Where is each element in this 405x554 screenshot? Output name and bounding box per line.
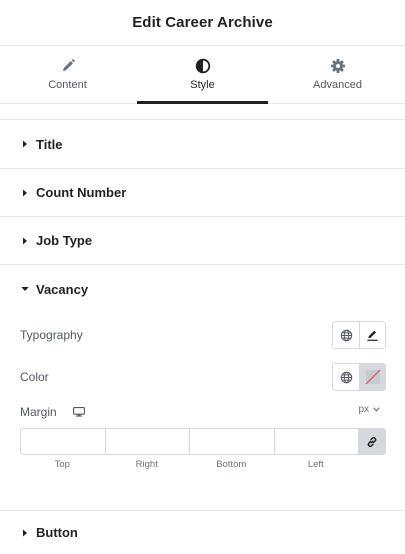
globe-icon xyxy=(340,329,352,341)
color-button-group xyxy=(332,363,386,391)
color-label: Color xyxy=(20,370,49,384)
tab-bar: Content Style Advanced xyxy=(0,46,405,104)
margin-bottom-label: Bottom xyxy=(216,459,247,470)
tab-label: Content xyxy=(48,79,87,91)
margin-bottom-input[interactable] xyxy=(190,429,275,454)
global-typography-button[interactable] xyxy=(333,322,359,348)
panel-title: Edit Career Archive xyxy=(132,14,273,31)
link-values-button[interactable] xyxy=(359,429,385,454)
caret-right-icon xyxy=(23,140,27,148)
margin-input-labels: Top Right Bottom Left xyxy=(20,459,358,470)
tab-label: Advanced xyxy=(313,79,362,91)
half-circle-icon xyxy=(195,58,210,74)
typography-label: Typography xyxy=(20,328,83,342)
chevron-down-icon xyxy=(373,407,380,412)
tab-label: Style xyxy=(190,79,215,91)
gear-icon xyxy=(330,59,345,73)
pencil-icon xyxy=(62,59,75,71)
no-color-icon xyxy=(365,369,380,385)
global-color-button[interactable] xyxy=(333,364,359,390)
margin-right-label: Right xyxy=(135,459,158,470)
margin-top-input[interactable] xyxy=(21,429,106,454)
desktop-monitor-icon[interactable] xyxy=(72,407,85,417)
pencil-icon xyxy=(367,330,378,341)
link-icon xyxy=(367,436,377,447)
margin-right-input[interactable] xyxy=(105,429,190,454)
caret-right-icon xyxy=(23,237,27,244)
edit-typography-button[interactable] xyxy=(359,322,385,348)
panel-header: Edit Career Archive xyxy=(0,0,405,46)
margin-left-input[interactable] xyxy=(274,429,359,454)
section-count-number-toggle[interactable]: Count Number xyxy=(0,169,405,217)
section-title: Job Type xyxy=(36,233,93,248)
section-vacancy-toggle[interactable]: Vacancy xyxy=(0,265,405,313)
margin-control-header: Margin px xyxy=(20,402,386,422)
margin-inputs xyxy=(20,428,386,455)
tab-content[interactable]: Content xyxy=(0,46,135,103)
caret-right-icon xyxy=(23,529,27,536)
unit-value: px xyxy=(358,404,369,415)
section-title: Button xyxy=(36,525,78,540)
typography-control: Typography xyxy=(20,321,386,349)
globe-icon xyxy=(340,371,352,383)
section-job-type-toggle[interactable]: Job Type xyxy=(0,217,405,265)
section-title: Title xyxy=(36,136,63,152)
unit-select[interactable]: px xyxy=(358,404,380,415)
typography-button-group xyxy=(332,321,386,349)
caret-right-icon xyxy=(23,189,27,196)
section-title: Vacancy xyxy=(36,281,89,297)
tab-style[interactable]: Style xyxy=(135,46,270,104)
margin-left-label: Left xyxy=(307,459,324,470)
caret-down-icon xyxy=(21,287,29,291)
margin-label: Margin xyxy=(20,405,57,419)
tab-advanced[interactable]: Advanced xyxy=(270,46,405,103)
section-button-toggle[interactable]: Button xyxy=(0,510,405,554)
section-title-toggle[interactable]: Title xyxy=(0,120,405,169)
margin-top-label: Top xyxy=(54,459,70,470)
color-picker-swatch[interactable] xyxy=(359,364,385,390)
color-control: Color xyxy=(20,363,386,391)
section-title: Count Number xyxy=(36,185,127,200)
